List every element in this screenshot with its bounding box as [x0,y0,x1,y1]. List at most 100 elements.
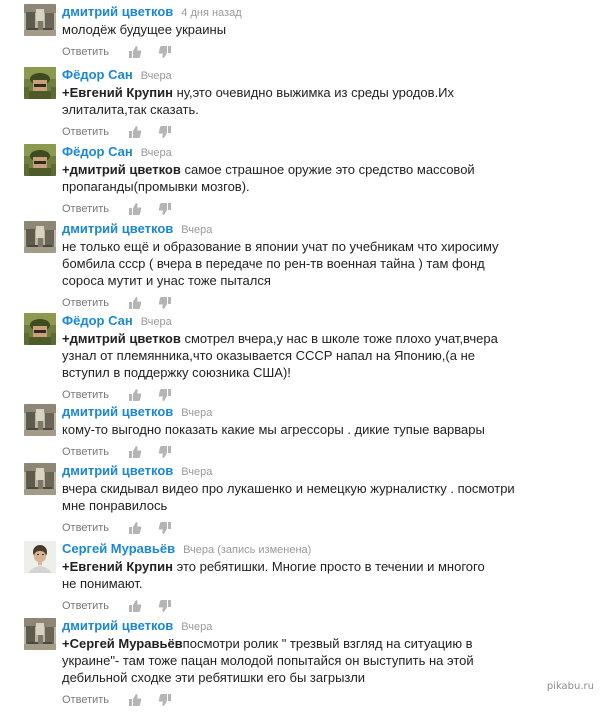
avatar[interactable] [24,463,56,495]
comment-header: Сергей Муравьёв Вчера (запись изменена) [62,541,580,557]
comment-header: дмитрий цветков 4 дня назад [62,4,580,20]
comment-header: дмитрий цветков Вчера [62,618,580,634]
author-link[interactable]: Сергей Муравьёв [62,541,175,556]
author-link[interactable]: дмитрий цветков [62,404,173,419]
mention-link[interactable]: +Сергей Муравьёв [62,636,183,651]
comment-content: дмитрий цветков Вчера не только ещё и обр… [62,221,580,311]
thumbs-down-icon[interactable] [158,693,172,707]
mention-link[interactable]: +дмитрий цветков [62,162,181,177]
timestamp[interactable]: Вчера [181,407,212,419]
timestamp[interactable]: Вчера [141,147,172,159]
avatar[interactable] [24,67,56,99]
comment-header: дмитрий цветков Вчера [62,221,580,237]
comment-header: дмитрий цветков Вчера [62,463,580,479]
comment-content: Фёдор Сан Вчера +Евгений Крупин ну,это оч… [62,67,580,140]
author-link[interactable]: дмитрий цветков [62,4,173,19]
thumbs-down-icon[interactable] [158,388,172,402]
comment-body: не только ещё и образование в японии уча… [62,239,499,288]
comment-text: +Евгений Крупин ну,это очевидно выжимка … [62,84,527,118]
thumbs-up-icon[interactable] [128,202,142,216]
timestamp[interactable]: Вчера (запись изменена) [183,544,311,556]
thumbs-down-icon[interactable] [158,202,172,216]
thumbs-up-icon[interactable] [128,45,142,59]
thumbs-up-icon[interactable] [128,599,142,613]
author-link[interactable]: дмитрий цветков [62,463,173,478]
thumbs-down-icon[interactable] [158,599,172,613]
author-link[interactable]: Фёдор Сан [62,67,133,82]
comment-header: Фёдор Сан Вчера [62,313,580,329]
avatar[interactable] [24,541,56,573]
thumbs-up-icon[interactable] [128,521,142,535]
comment-text: молодёж будущее украины [62,21,580,38]
comment-actions: Ответить [62,199,580,217]
thumbs-up-icon[interactable] [128,125,142,139]
comment-actions: Ответить [62,42,580,60]
mention-link[interactable]: +Евгений Крупин [62,85,173,100]
thumbs-down-icon[interactable] [158,45,172,59]
timestamp[interactable]: Вчера [181,621,212,633]
reply-button[interactable]: Ответить [62,43,118,61]
thumbs-down-icon[interactable] [158,521,172,535]
mention-link[interactable]: +Евгений Крупин [62,559,173,574]
thumbs-up-icon[interactable] [128,445,142,459]
reply-button[interactable]: Ответить [62,691,118,709]
reply-button[interactable]: Ответить [62,123,118,141]
comment-text: вчера скидывал видео про лукашенко и нем… [62,480,522,514]
thumbs-up-icon[interactable] [128,693,142,707]
timestamp[interactable]: Вчера [141,70,172,82]
author-link[interactable]: дмитрий цветков [62,618,173,633]
comment-text: +Сергей Муравьёвпосмотри ролик " трезвый… [62,635,522,686]
comment-content: дмитрий цветков Вчера +Сергей Муравьёвпос… [62,618,580,708]
comment-header: Фёдор Сан Вчера [62,144,580,160]
timestamp[interactable]: Вчера [181,224,212,236]
comment-actions: Ответить [62,690,580,708]
thumbs-down-icon[interactable] [158,125,172,139]
thumbs-up-icon[interactable] [128,388,142,402]
reply-button[interactable]: Ответить [62,294,118,312]
reply-button[interactable]: Ответить [62,443,118,461]
comment-actions: Ответить [62,596,580,614]
comment-content: Фёдор Сан Вчера +дмитрий цветков смотрел … [62,313,580,403]
reply-button[interactable]: Ответить [62,597,118,615]
thumbs-down-icon[interactable] [158,296,172,310]
thumbs-down-icon[interactable] [158,445,172,459]
comment-text: +дмитрий цветков смотрел вчера,у нас в ш… [62,330,517,381]
comment-actions: Ответить [62,442,580,460]
avatar[interactable] [24,313,56,345]
comment-body: молодёж будущее украины [62,22,227,37]
comment-content: дмитрий цветков 4 дня назад молодёж будущ… [62,4,580,60]
timestamp[interactable]: Вчера [181,466,212,478]
comment-body: кому-то выгодно показать какие мы агресс… [62,422,485,437]
mention-link[interactable]: +дмитрий цветков [62,331,181,346]
avatar[interactable] [24,404,56,436]
reply-button[interactable]: Ответить [62,200,118,218]
author-link[interactable]: Фёдор Сан [62,144,133,159]
comment-actions: Ответить [62,293,580,311]
avatar[interactable] [24,4,56,36]
comment-header: Фёдор Сан Вчера [62,67,580,83]
comment-text: кому-то выгодно показать какие мы агресс… [62,421,532,438]
comment-content: дмитрий цветков Вчера кому-то выгодно пок… [62,404,580,460]
comment-actions: Ответить [62,122,580,140]
comment-text: не только ещё и образование в японии уча… [62,238,512,289]
comment-text: +Евгений Крупин это ребятишки. Многие пр… [62,558,497,592]
author-link[interactable]: Фёдор Сан [62,313,133,328]
comment-body: вчера скидывал видео про лукашенко и нем… [62,481,515,513]
avatar[interactable] [24,221,56,253]
reply-button[interactable]: Ответить [62,519,118,537]
comment-content: Фёдор Сан Вчера +дмитрий цветков самое ст… [62,144,580,217]
timestamp[interactable]: 4 дня назад [181,7,241,19]
avatar[interactable] [24,618,56,650]
watermark: pikabu.ru [546,681,594,692]
comment-actions: Ответить [62,518,580,536]
comment-header: дмитрий цветков Вчера [62,404,580,420]
comment-list: дмитрий цветков 4 дня назад молодёж будущ… [0,0,600,706]
comment-content: Сергей Муравьёв Вчера (запись изменена) +… [62,541,580,614]
timestamp[interactable]: Вчера [141,316,172,328]
avatar[interactable] [24,144,56,176]
comment-text: +дмитрий цветков самое страшное оружие э… [62,161,482,195]
comment-content: дмитрий цветков Вчера вчера скидывал виде… [62,463,580,536]
thumbs-up-icon[interactable] [128,296,142,310]
reply-button[interactable]: Ответить [62,386,118,404]
author-link[interactable]: дмитрий цветков [62,221,173,236]
